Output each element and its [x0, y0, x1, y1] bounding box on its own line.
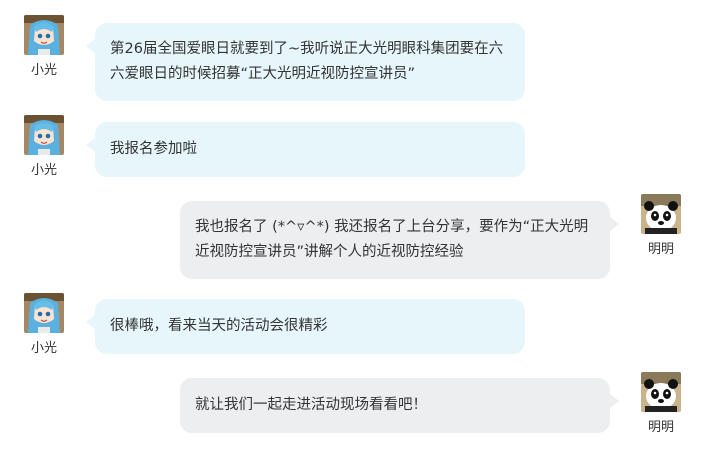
message-text: 第26届全国爱眼日就要到了~我听说正大光明眼科集团要在六六爱眼日的时候招募“正大… — [110, 41, 504, 82]
panda-icon — [641, 194, 681, 234]
author-name-label: 明明 — [647, 420, 674, 435]
message-bubble: 我报名参加啦 — [86, 122, 525, 177]
avatar-mingming[interactable] — [641, 372, 681, 412]
message-text: 很棒哦，看来当天的活动会很精彩 — [110, 318, 328, 334]
message-bubble: 就让我们一起走进活动现场看看吧！ — [180, 378, 619, 433]
message-bubble: 很棒哦，看来当天的活动会很精彩 — [86, 299, 525, 354]
blue-hair-anime-girl-icon — [24, 15, 64, 55]
blue-hair-anime-girl-icon — [24, 115, 64, 155]
avatar-xiaoguang[interactable] — [24, 115, 64, 155]
author-name-label: 小光 — [30, 63, 57, 78]
message-text: 就让我们一起走进活动现场看看吧！ — [195, 397, 427, 413]
author-name-label: 小光 — [30, 163, 57, 178]
blue-hair-anime-girl-icon — [24, 293, 64, 333]
panda-icon — [641, 372, 681, 412]
avatar-mingming[interactable] — [641, 194, 681, 234]
message-bubble: 我也报名了 (*^▿^*) 我还报名了上台分享，要作为“正大光明近视防控宣讲员”… — [180, 201, 619, 279]
author-name-label: 小光 — [30, 341, 57, 356]
message-bubble: 第26届全国爱眼日就要到了~我听说正大光明眼科集团要在六六爱眼日的时候招募“正大… — [86, 23, 525, 101]
avatar-xiaoguang[interactable] — [24, 293, 64, 333]
avatar-xiaoguang[interactable] — [24, 15, 64, 55]
author-name-label: 明明 — [647, 242, 674, 257]
message-text: 我也报名了 (*^▿^*) 我还报名了上台分享，要作为“正大光明近视防控宣讲员”… — [195, 219, 589, 260]
message-text: 我报名参加啦 — [110, 141, 197, 157]
